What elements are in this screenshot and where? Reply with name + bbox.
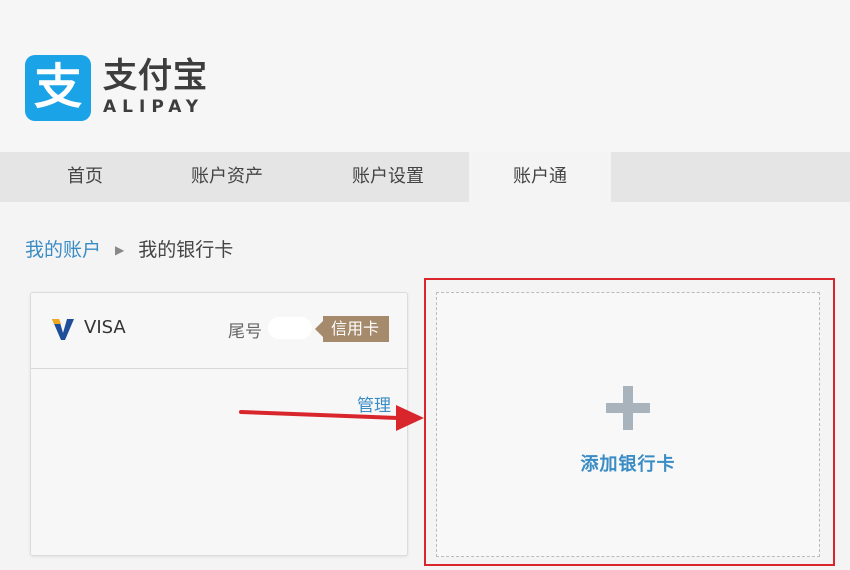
nav-item-account-pass[interactable]: 账户通: [469, 152, 611, 202]
visa-icon: [52, 319, 74, 340]
breadcrumb-current: 我的银行卡: [138, 239, 234, 261]
nav-item-account-settings[interactable]: 账户设置: [328, 152, 448, 202]
nav-item-account-assets[interactable]: 账户资产: [167, 152, 287, 202]
brand-name-en: ALIPAY: [103, 97, 205, 117]
header: 支 支付宝 ALIPAY: [0, 0, 850, 152]
main-nav: 首页 账户资产 账户设置 账户通: [0, 152, 850, 202]
alipay-logo[interactable]: 支 支付宝 ALIPAY: [25, 55, 208, 121]
card-tail-number: [268, 317, 312, 339]
card-type-tag: 信用卡: [314, 316, 390, 342]
bank-card-header: VISA 尾号 信用卡: [31, 293, 407, 369]
annotation-arrow-icon: [239, 405, 424, 431]
nav-item-home[interactable]: 首页: [25, 152, 145, 202]
logo-text: 支付宝 ALIPAY: [103, 58, 208, 118]
logo-icon-char: 支: [33, 59, 82, 115]
card-network: VISA: [84, 317, 126, 338]
breadcrumb: 我的账户 ▶ 我的银行卡: [25, 237, 233, 263]
brand-name-cn: 支付宝: [103, 56, 208, 96]
breadcrumb-separator-icon: ▶: [115, 243, 125, 257]
add-bank-card-label[interactable]: 添加银行卡: [436, 450, 820, 476]
breadcrumb-my-account[interactable]: 我的账户: [25, 237, 101, 263]
alipay-logo-icon: 支: [25, 55, 91, 121]
card-tail-label: 尾号: [228, 322, 262, 342]
